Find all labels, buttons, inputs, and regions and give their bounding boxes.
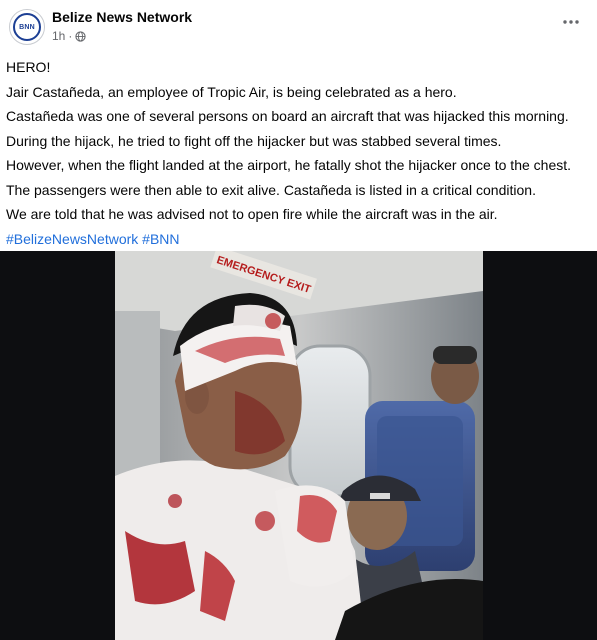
- more-options-icon[interactable]: [559, 12, 583, 32]
- page-avatar[interactable]: BNN: [9, 9, 45, 45]
- meta-separator: ·: [68, 29, 73, 43]
- hashtag-links[interactable]: #BelizeNewsNetwork #BNN: [6, 227, 591, 252]
- post-line: HERO!: [6, 59, 51, 75]
- post-line: Jair Castañeda, an employee of Tropic Ai…: [6, 83, 457, 100]
- avatar-text: BNN: [19, 23, 35, 31]
- page-name-link[interactable]: Belize News Network: [52, 9, 192, 25]
- post-line: However, when the flight landed at the a…: [6, 157, 572, 173]
- post-line: The passengers were then able to exit al…: [6, 181, 536, 198]
- post-line: During the hijack, he tried to fight off…: [6, 132, 502, 149]
- post-timestamp[interactable]: 1h: [52, 29, 65, 43]
- globe-icon[interactable]: [75, 30, 86, 42]
- post-meta: 1h ·: [52, 29, 86, 43]
- post-line: Castañeda was one of several persons on …: [6, 108, 569, 124]
- post-header: BNN Belize News Network 1h ·: [0, 0, 597, 50]
- post-photo-container[interactable]: EMERGENCY EXIT: [0, 251, 597, 640]
- post-line: We are told that he was advised not to o…: [6, 206, 498, 222]
- post-photo[interactable]: EMERGENCY EXIT: [115, 251, 483, 640]
- post-body: HERO! Jair Castañeda, an employee of Tro…: [6, 55, 591, 251]
- bnn-logo: BNN: [13, 13, 41, 41]
